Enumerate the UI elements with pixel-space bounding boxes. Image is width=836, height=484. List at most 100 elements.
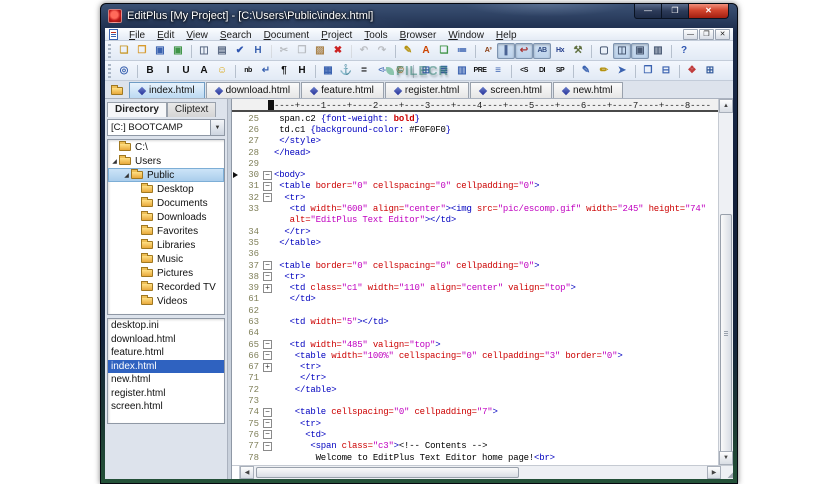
menu-item[interactable]: Browser xyxy=(394,30,443,41)
toolbar-button[interactable]: A³ xyxy=(475,43,497,59)
toolbar-button[interactable]: ↶ xyxy=(351,43,373,59)
toolbar-button[interactable]: ◫ xyxy=(191,43,213,59)
fold-toggle[interactable] xyxy=(263,193,272,203)
file-list-item[interactable]: register.html xyxy=(108,387,224,401)
toolbar-button[interactable]: SP xyxy=(551,63,569,79)
fold-toggle[interactable] xyxy=(263,362,272,372)
fold-toggle[interactable] xyxy=(263,441,272,451)
toolbar-button[interactable]: ❒ xyxy=(293,43,311,59)
maximize-button[interactable]: ❐ xyxy=(662,4,689,19)
expand-arrow-icon[interactable]: ◢ xyxy=(122,172,131,179)
toolbar-button[interactable]: ⚓ xyxy=(337,63,355,79)
toolbar-button[interactable]: ✂ xyxy=(271,43,293,59)
scroll-left-button[interactable]: ◀ xyxy=(240,466,254,479)
tree-item[interactable]: ◢ Downloads xyxy=(108,210,224,224)
toolbar-button[interactable]: ∥ xyxy=(497,42,515,59)
toolbar-button[interactable]: ➤ xyxy=(613,63,631,79)
toolbar-button[interactable]: <S xyxy=(511,63,533,79)
scroll-down-button[interactable]: ▼ xyxy=(719,451,733,465)
toolbar-button[interactable]: ⊞ xyxy=(413,63,435,79)
toolbar-button[interactable]: ❐ xyxy=(133,43,151,59)
toolbar-button[interactable]: ▥ xyxy=(649,43,667,59)
code-area[interactable]: 25 span.c2 {font-weight: bold} 26 td.c1 … xyxy=(232,112,733,479)
menu-item[interactable]: Search xyxy=(214,30,258,41)
toolbar-button[interactable]: ❏ xyxy=(435,43,453,59)
fold-toggle[interactable] xyxy=(263,407,272,417)
horizontal-scrollbar[interactable]: ◀ ▶ ◢ xyxy=(232,465,733,479)
toolbar-button[interactable]: Hx xyxy=(551,43,569,59)
horizontal-scroll-track[interactable] xyxy=(254,466,707,479)
fold-toggle[interactable] xyxy=(263,170,272,180)
menu-item[interactable]: Edit xyxy=(151,30,180,41)
tree-item[interactable]: ◢ Public xyxy=(108,168,224,182)
toolbar-button[interactable]: ↵ xyxy=(257,63,275,79)
menu-item[interactable]: Window xyxy=(442,30,490,41)
document-tab[interactable]: screen.html xyxy=(470,82,553,98)
menu-item[interactable]: File xyxy=(123,30,151,41)
tree-item[interactable]: ◢ Favorites xyxy=(108,224,224,238)
toolbar-button[interactable]: ✎ xyxy=(573,63,595,79)
document-icon[interactable] xyxy=(109,28,118,40)
toolbar-button[interactable]: ▨ xyxy=(311,43,329,59)
toolbar-button[interactable]: ⊟ xyxy=(657,63,675,79)
scroll-right-button[interactable]: ▶ xyxy=(707,466,721,479)
toolbar-button[interactable]: ⚒ xyxy=(569,43,587,59)
fold-toggle[interactable] xyxy=(263,283,272,293)
expand-arrow-icon[interactable]: ◢ xyxy=(110,158,119,165)
mdi-control-button[interactable]: ✕ xyxy=(715,29,730,40)
toolbar-button[interactable]: DI xyxy=(533,63,551,79)
toolbar-button[interactable]: ≡ xyxy=(489,63,507,79)
toolbar-button[interactable]: ▣ xyxy=(169,43,187,59)
toolbar-button[interactable]: ▤ xyxy=(213,43,231,59)
close-button[interactable]: ✕ xyxy=(689,4,729,19)
fold-toggle[interactable] xyxy=(263,272,272,282)
toolbar-button[interactable]: PRE xyxy=(471,63,489,79)
document-tab[interactable]: register.html xyxy=(384,82,470,98)
vertical-scroll-thumb[interactable] xyxy=(720,214,732,454)
toolbar-button[interactable]: = xyxy=(355,63,373,79)
toolbar-button[interactable]: AB xyxy=(533,42,551,59)
tab-list-button[interactable] xyxy=(107,83,127,98)
toolbar-button[interactable]: ↩ xyxy=(515,42,533,59)
document-tab[interactable]: new.html xyxy=(553,82,623,98)
minimize-button[interactable]: — xyxy=(634,4,662,19)
fold-toggle[interactable] xyxy=(263,181,272,191)
fold-toggle[interactable] xyxy=(263,430,272,440)
toolbar-button[interactable]: ▣ xyxy=(631,42,649,59)
tree-item[interactable]: ◢ Libraries xyxy=(108,238,224,252)
toolbar-button[interactable]: ❐ xyxy=(635,63,657,79)
menu-item[interactable]: View xyxy=(180,30,214,41)
toolbar-button[interactable]: <!- xyxy=(373,63,391,79)
toolbar-button[interactable]: ▦ xyxy=(315,63,337,79)
menu-item[interactable]: Tools xyxy=(358,30,393,41)
toolbar-button[interactable]: A xyxy=(417,43,435,59)
toolbar-button[interactable]: ▥ xyxy=(453,63,471,79)
toolbar-button[interactable]: H xyxy=(249,43,267,59)
document-tab[interactable]: feature.html xyxy=(301,82,384,98)
toolbar-button[interactable]: ▣ xyxy=(151,43,169,59)
toolbar-button[interactable]: nb xyxy=(235,63,257,79)
toolbar-button[interactable]: ☺ xyxy=(213,63,231,79)
file-list-item[interactable]: feature.html xyxy=(108,346,224,360)
horizontal-scroll-thumb[interactable] xyxy=(256,467,519,478)
toolbar-button[interactable]: ⊞ xyxy=(701,63,719,79)
toolbar-button[interactable]: ✏ xyxy=(595,63,613,79)
toolbar-button[interactable]: U xyxy=(177,63,195,79)
toolbar-button[interactable]: ≔ xyxy=(453,43,471,59)
toolbar-button[interactable]: ◎ xyxy=(115,63,133,79)
tree-item[interactable]: ◢ C:\ xyxy=(108,140,224,154)
menu-item[interactable]: Document xyxy=(258,30,316,41)
toolbar-button[interactable]: ¶ xyxy=(275,63,293,79)
tree-item[interactable]: ◢ Users xyxy=(108,154,224,168)
toolbar-button[interactable]: © xyxy=(391,63,409,79)
sidebar-tab[interactable]: Cliptext xyxy=(166,102,217,117)
drive-selector[interactable]: [C:] BOOTCAMP ▼ xyxy=(107,119,225,136)
menu-item[interactable]: Project xyxy=(315,30,358,41)
tree-item[interactable]: ◢ Desktop xyxy=(108,182,224,196)
toolbar-button[interactable]: ✖ xyxy=(329,43,347,59)
toolbar-button[interactable]: ↷ xyxy=(373,43,391,59)
toolbar-button[interactable]: ✔ xyxy=(231,43,249,59)
toolbar-button[interactable]: ? xyxy=(671,43,693,59)
toolbar-button[interactable]: ▢ xyxy=(591,43,613,59)
fold-toggle[interactable] xyxy=(263,419,272,429)
